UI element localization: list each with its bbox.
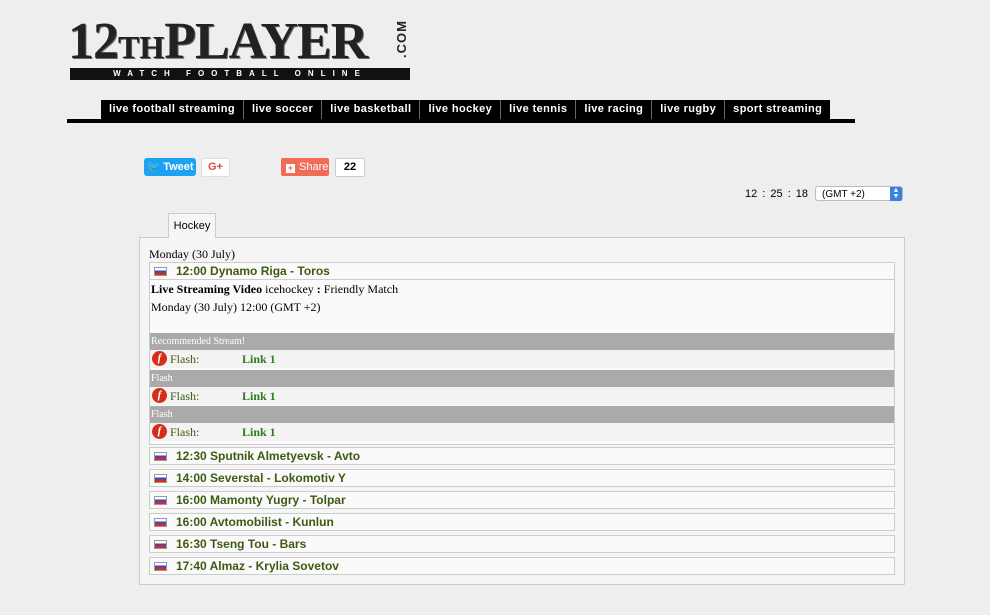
timezone-select[interactable]: (GMT +2) ▲ ▼	[815, 186, 903, 201]
tweet-label: Tweet	[163, 161, 194, 173]
match-row[interactable]: 12:30 Sputnik Almetyevsk - Avto	[149, 447, 895, 465]
match-time: 12:00	[176, 264, 207, 278]
match-name: Severstal - Lokomotiv Y	[210, 471, 346, 485]
logo-com: .COM	[394, 20, 409, 58]
site-logo[interactable]: 12THPLAYER .COM WATCH FOOTBALL ONLINE	[68, 14, 418, 84]
match-time: 17:40	[176, 559, 207, 573]
timezone-value: (GMT +2)	[822, 189, 865, 200]
match-row[interactable]: 16:00 Mamonty Yugry - Tolpar	[149, 491, 895, 509]
match-name: Sputnik Almetyevsk - Avto	[210, 449, 361, 463]
stream-link[interactable]: Link 1	[242, 423, 276, 441]
recommended-stream-bar: Recommended Stream!	[150, 333, 894, 350]
logo-wordmark: 12THPLAYER	[68, 13, 368, 70]
tab-hockey[interactable]: Hockey	[168, 213, 216, 238]
match-row[interactable]: 17:40 Almaz - Krylia Sovetov	[149, 557, 895, 575]
russia-flag-icon	[154, 562, 167, 571]
share-count: 22	[335, 158, 365, 177]
nav-live-soccer[interactable]: live soccer	[243, 100, 323, 119]
flash-icon: f	[152, 351, 167, 366]
nav-live-football-streaming[interactable]: live football streaming	[101, 100, 244, 119]
russia-flag-icon	[154, 474, 167, 483]
match-type: Friendly Match	[320, 282, 399, 296]
match-name: Tseng Tou - Bars	[210, 537, 307, 551]
share-button[interactable]: + Share	[281, 158, 329, 176]
live-label: Live Streaming Video	[151, 282, 263, 296]
nav-live-hockey[interactable]: live hockey	[420, 100, 502, 119]
match-row[interactable]: 16:00 Avtomobilist - Kunlun	[149, 513, 895, 531]
stream-link-row: f Flash: Link 1	[150, 387, 894, 405]
match-time: 16:00	[176, 493, 207, 507]
tweet-button[interactable]: 🐦 Tweet	[144, 158, 196, 176]
twitter-bird-icon: 🐦	[146, 161, 164, 173]
match-row[interactable]: 14:00 Severstal - Lokomotiv Y	[149, 469, 895, 487]
match-time: 12:30	[176, 449, 207, 463]
match-name: Avtomobilist - Kunlun	[209, 515, 334, 529]
plus-icon: +	[286, 163, 295, 173]
nav-divider	[67, 119, 855, 123]
russia-flag-icon	[154, 518, 167, 527]
share-label: Share	[299, 161, 329, 173]
match-row[interactable]: 16:30 Tseng Tou - Bars	[149, 535, 895, 553]
main-nav: live football streaming live soccer live…	[101, 100, 831, 119]
match-name: Mamonty Yugry - Tolpar	[210, 493, 346, 507]
flash-bar: Flash	[150, 406, 894, 423]
match-name: Almaz - Krylia Sovetov	[209, 559, 339, 573]
clock: 12 : 25 : 18	[745, 188, 809, 200]
nav-sport-streaming[interactable]: sport streaming	[725, 100, 831, 119]
updown-arrow-icon: ▲ ▼	[890, 187, 902, 201]
nav-live-basketball[interactable]: live basketball	[322, 100, 421, 119]
match-time: 16:00	[176, 515, 207, 529]
nav-live-tennis[interactable]: live tennis	[501, 100, 577, 119]
stream-link-row: f Flash: Link 1	[150, 423, 894, 441]
match-time: 16:30	[176, 537, 207, 551]
nav-live-rugby[interactable]: live rugby	[652, 100, 726, 119]
russia-flag-icon	[154, 540, 167, 549]
stream-type: Flash:	[170, 389, 200, 403]
match-name: Dynamo Riga - Toros	[210, 264, 330, 278]
logo-tagline: WATCH FOOTBALL ONLINE	[70, 68, 410, 80]
stream-type: Flash:	[170, 425, 200, 439]
russia-flag-icon	[154, 267, 167, 276]
stream-info: Live Streaming Video icehockey : Friendl…	[151, 282, 398, 297]
stream-type: Flash:	[170, 352, 200, 366]
match-time: 14:00	[176, 471, 207, 485]
flash-icon: f	[152, 424, 167, 439]
day-header: Monday (30 July)	[149, 247, 235, 261]
stream-link[interactable]: Link 1	[242, 387, 276, 405]
match-row[interactable]: 12:00 Dynamo Riga - Toros	[149, 262, 895, 280]
google-plus-button[interactable]: G+	[201, 158, 230, 177]
sport-name: icehockey	[262, 282, 317, 296]
russia-flag-icon	[154, 452, 167, 461]
nav-live-racing[interactable]: live racing	[576, 100, 653, 119]
match-datetime: Monday (30 July) 12:00 (GMT +2)	[151, 300, 321, 314]
stream-link[interactable]: Link 1	[242, 350, 276, 368]
stream-link-row: f Flash: Link 1	[150, 350, 894, 368]
russia-flag-icon	[154, 496, 167, 505]
flash-icon: f	[152, 388, 167, 403]
flash-bar: Flash	[150, 370, 894, 387]
